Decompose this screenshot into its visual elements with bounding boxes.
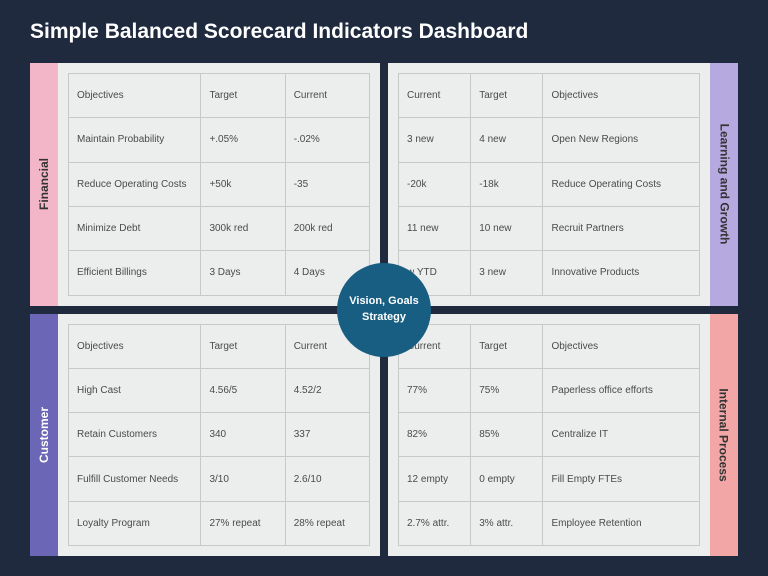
table-row: Retain Customers340337 (69, 413, 370, 457)
card-internal: Internal Process Current Target Objectiv… (388, 314, 738, 557)
table-header: Current Target Objectives (399, 324, 700, 368)
table-row: High Cast4.56/54.52/2 (69, 368, 370, 412)
tab-label: Customer (37, 407, 51, 463)
table-header: Objectives Target Current (69, 324, 370, 368)
tab-learning: Learning and Growth (710, 63, 738, 306)
table-row: Minimize Debt300k red200k red (69, 206, 370, 250)
card-financial: Financial Objectives Target Current Main… (30, 63, 380, 306)
table-header: Objectives Target Current (69, 74, 370, 118)
table-row: Maintain Probability+.05%-.02% (69, 118, 370, 162)
table-row: Loyalty Program27% repeat28% repeat (69, 501, 370, 545)
table-header: Current Target Objectives (399, 74, 700, 118)
tab-internal: Internal Process (710, 314, 738, 557)
tab-customer: Customer (30, 314, 58, 557)
scorecard-grid: Financial Objectives Target Current Main… (30, 63, 738, 556)
table-row: -20k-18kReduce Operating Costs (399, 162, 700, 206)
center-vision-circle: Vision, Goals Strategy (337, 263, 431, 357)
tab-label: Learning and Growth (717, 124, 731, 245)
table-row: 11 new10 newRecruit Partners (399, 206, 700, 250)
table-row: 82%85%Centralize IT (399, 413, 700, 457)
table-row: Fulfill Customer Needs3/102.6/10 (69, 457, 370, 501)
tab-label: Financial (37, 158, 51, 210)
financial-table: Objectives Target Current Maintain Proba… (68, 73, 370, 296)
table-row: 2.7% attr.3% attr.Employee Retention (399, 501, 700, 545)
learning-table: Current Target Objectives 3 new4 newOpen… (398, 73, 700, 296)
internal-table: Current Target Objectives 77%75%Paperles… (398, 324, 700, 547)
table-row: 77%75%Paperless office efforts (399, 368, 700, 412)
table-row: Efficient Billings3 Days4 Days (69, 251, 370, 295)
table-row: Reduce Operating Costs+50k-35 (69, 162, 370, 206)
tab-financial: Financial (30, 63, 58, 306)
table-row: w YTD3 newInnovative Products (399, 251, 700, 295)
card-customer: Customer Objectives Target Current High … (30, 314, 380, 557)
page-title: Simple Balanced Scorecard Indicators Das… (0, 0, 768, 44)
table-row: 3 new4 newOpen New Regions (399, 118, 700, 162)
table-row: 12 empty0 emptyFill Empty FTEs (399, 457, 700, 501)
tab-label: Internal Process (717, 388, 731, 481)
customer-table: Objectives Target Current High Cast4.56/… (68, 324, 370, 547)
card-learning: Learning and Growth Current Target Objec… (388, 63, 738, 306)
